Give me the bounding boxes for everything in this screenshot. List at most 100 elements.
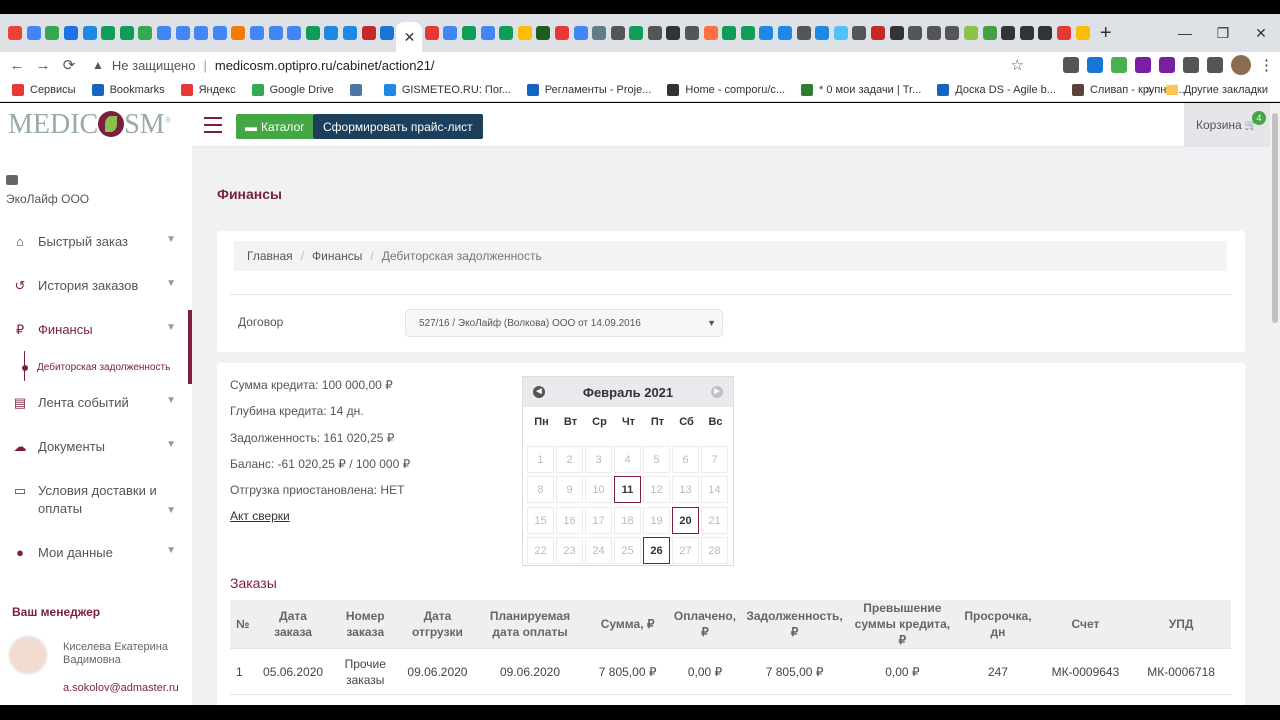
calendar-day[interactable]: 16 — [556, 506, 583, 534]
column-header[interactable]: Номер заказа — [329, 600, 401, 649]
new-tab-button[interactable]: + — [1100, 22, 1112, 45]
tab-close-icon[interactable]: ✕ — [404, 29, 416, 46]
bookmark-item[interactable]: Регламенты - Proje... — [526, 83, 651, 96]
reload-button[interactable]: ⟳ — [56, 56, 82, 74]
tab-favicon-icon[interactable] — [138, 26, 153, 40]
calendar-day[interactable]: 3 — [585, 445, 612, 473]
calendar-day[interactable]: 25 — [614, 537, 641, 564]
calendar-day[interactable]: 10 — [585, 476, 612, 503]
breadcrumb-finance[interactable]: Финансы — [312, 249, 362, 263]
tab-favicon-icon[interactable] — [536, 26, 551, 40]
tab-favicon-icon[interactable] — [231, 26, 246, 40]
contract-select[interactable]: 527/16 / ЭкоЛайф (Волкова) ООО от 14.09.… — [405, 309, 723, 337]
calendar-day[interactable]: 14 — [701, 476, 728, 503]
tab-favicon-icon[interactable] — [1075, 26, 1090, 40]
calendar-day[interactable]: 24 — [585, 537, 612, 564]
tab-favicon-icon[interactable] — [26, 26, 41, 40]
table-row[interactable]: МК-0009643МК-0006718 — [230, 694, 1231, 705]
tab-favicon-icon[interactable] — [101, 26, 116, 40]
page-scrollbar[interactable] — [1270, 103, 1280, 705]
tab-favicon-icon[interactable] — [759, 26, 774, 40]
tab-favicon-icon[interactable] — [194, 26, 209, 40]
calendar-day[interactable]: 2 — [556, 445, 583, 473]
tab-favicon-icon[interactable] — [889, 26, 904, 40]
calendar-day[interactable]: 17 — [585, 506, 612, 534]
sidebar-item-delivery-terms[interactable]: ▭ Условия доставки и оплаты ▼ — [0, 482, 192, 518]
close-window-button[interactable]: ✕ — [1242, 25, 1280, 42]
extension-icon[interactable] — [1135, 57, 1151, 73]
manager-email[interactable]: a.sokolov@admaster.ru — [63, 682, 179, 694]
tab-favicon-icon[interactable] — [592, 26, 607, 40]
extension-icon[interactable] — [1183, 57, 1199, 73]
bookmark-item[interactable]: GISMETEO.RU: Пог... — [383, 83, 511, 96]
bookmark-item[interactable]: Сервисы — [12, 83, 76, 96]
tab-favicon-icon[interactable] — [287, 26, 302, 40]
tab-favicon-icon[interactable] — [380, 26, 395, 40]
tab-favicon-icon[interactable] — [1056, 26, 1071, 40]
tab-favicon-icon[interactable] — [852, 26, 867, 40]
calendar-day[interactable]: 26 — [643, 537, 670, 564]
prev-month-icon[interactable]: ◀ — [533, 386, 545, 398]
sidebar-item-documents[interactable]: ☁ Документы ▼ — [0, 439, 192, 455]
tab-favicon-icon[interactable] — [324, 26, 339, 40]
bookmark-item[interactable]: Home - comporu/c... — [667, 83, 785, 96]
tab-favicon-icon[interactable] — [268, 26, 283, 40]
scrollbar-thumb[interactable] — [1272, 113, 1278, 323]
extension-icon[interactable] — [1087, 57, 1103, 73]
tab-favicon-icon[interactable] — [82, 26, 97, 40]
tab-favicon-icon[interactable] — [443, 26, 458, 40]
tab-favicon-icon[interactable] — [250, 26, 265, 40]
other-bookmarks[interactable]: Другие закладки — [1184, 84, 1268, 96]
tab-favicon-icon[interactable] — [926, 26, 941, 40]
tab-favicon-icon[interactable] — [305, 26, 320, 40]
cart-button[interactable]: Корзина 🛒 4 — [1184, 103, 1270, 147]
tab-favicon-icon[interactable] — [1019, 26, 1034, 40]
tab-favicon-icon[interactable] — [175, 26, 190, 40]
calendar-day[interactable]: 5 — [643, 445, 670, 473]
tab-favicon-icon[interactable] — [908, 26, 923, 40]
calendar-day[interactable]: 18 — [614, 506, 641, 534]
tab-favicon-icon[interactable] — [610, 26, 625, 40]
bookmark-item[interactable]: * 0 мои задачи | Tr... — [801, 83, 921, 96]
active-tab[interactable]: ✕ — [396, 22, 423, 52]
tab-favicon-icon[interactable] — [424, 26, 439, 40]
hamburger-menu-icon[interactable] — [204, 117, 222, 138]
column-header[interactable]: Превышение суммы кредита, ₽ — [848, 600, 957, 649]
calendar-day[interactable]: 4 — [614, 445, 641, 473]
column-header[interactable]: Счет — [1039, 600, 1132, 649]
tab-favicon-icon[interactable] — [361, 26, 376, 40]
bookmark-item[interactable]: Яндекс — [180, 83, 236, 96]
sidebar-item-finance[interactable]: ₽ Финансы ▼ — [0, 322, 192, 338]
bookmark-item[interactable] — [349, 83, 368, 96]
column-header[interactable]: Просрочка, дн — [956, 600, 1040, 649]
tab-favicon-icon[interactable] — [157, 26, 172, 40]
calendar-day[interactable]: 6 — [672, 445, 699, 473]
column-header[interactable]: Задолженность, ₽ — [740, 600, 849, 649]
bookmark-star-icon[interactable]: ☆ — [1011, 56, 1024, 74]
column-header[interactable]: Дата отгрузки — [400, 600, 475, 649]
column-header[interactable]: УПД — [1131, 600, 1231, 649]
catalog-button[interactable]: ▬ Каталог — [236, 114, 314, 139]
profile-avatar[interactable] — [1231, 55, 1251, 75]
tab-favicon-icon[interactable] — [212, 26, 227, 40]
tab-favicon-icon[interactable] — [815, 26, 830, 40]
tab-favicon-icon[interactable] — [871, 26, 886, 40]
tab-favicon-icon[interactable] — [45, 26, 60, 40]
tab-favicon-icon[interactable] — [647, 26, 662, 40]
omnibox[interactable]: ▲ Не защищено | medicosm.optipro.ru/cabi… — [92, 52, 1032, 78]
browser-menu-icon[interactable]: ⋮ — [1259, 56, 1274, 74]
tab-favicon-icon[interactable] — [8, 26, 23, 40]
calendar-day[interactable]: 19 — [643, 506, 670, 534]
calendar-day[interactable]: 12 — [643, 476, 670, 503]
bookmark-item[interactable]: Доска DS - Agile b... — [937, 83, 1056, 96]
tab-favicon-icon[interactable] — [945, 26, 960, 40]
calendar-day[interactable]: 11 — [614, 476, 641, 503]
bookmark-item[interactable]: Bookmarks — [91, 83, 165, 96]
tab-favicon-icon[interactable] — [554, 26, 569, 40]
reconciliation-act-link[interactable]: Акт сверки — [230, 509, 290, 523]
calendar-day[interactable]: 22 — [527, 537, 554, 564]
maximize-button[interactable]: ❐ — [1204, 25, 1242, 42]
tab-favicon-icon[interactable] — [666, 26, 681, 40]
next-month-icon[interactable]: ▶ — [711, 386, 723, 398]
back-button[interactable]: ← — [4, 57, 30, 74]
